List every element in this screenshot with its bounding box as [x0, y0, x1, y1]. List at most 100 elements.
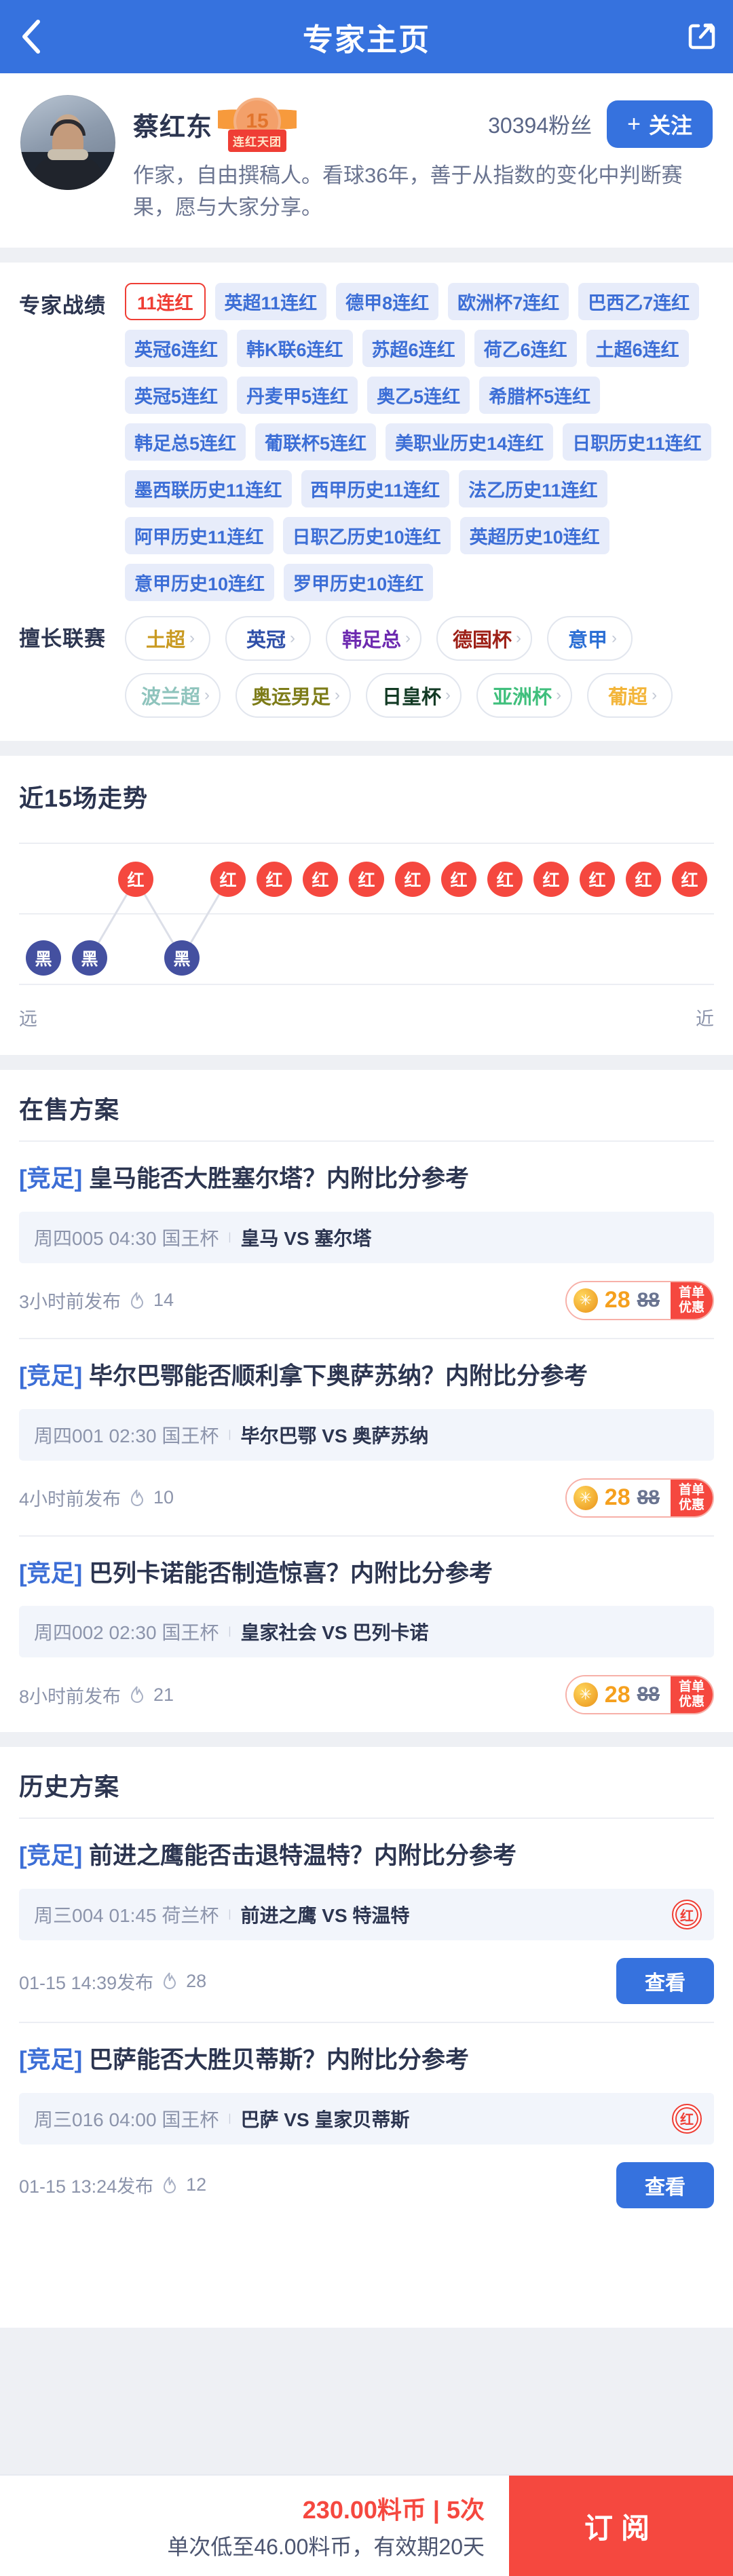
record-tag[interactable]: 韩K联6连红 [237, 330, 353, 367]
plan-card[interactable]: [竞足] 毕尔巴鄂能否顺利拿下奥萨苏纳？内附比分参考 周四001 02:30 国… [19, 1339, 714, 1537]
subscribe-info: 230.00料币 | 5次 单次低至46.00料币，有效期20天 [0, 2476, 509, 2576]
record-tag[interactable]: 英超历史10连红 [459, 517, 609, 554]
record-tag-hot[interactable]: 11连红 [125, 283, 206, 320]
record-tag[interactable]: 墨西联历史11连红 [125, 470, 292, 507]
history-heading: 历史方案 [19, 1747, 714, 1820]
avatar-scarf [48, 149, 88, 160]
league-chip[interactable]: 葡超 › [587, 673, 673, 718]
league-chip[interactable]: 英冠 › [225, 616, 311, 661]
plan-category: [竞足] [19, 1362, 83, 1389]
price-original: 88 [637, 1683, 660, 1706]
plan-meta: 8小时前发布 21 [19, 1682, 174, 1708]
plan-title: [竞足] 皇马能否大胜塞尔塔？内附比分参考 [19, 1162, 714, 1197]
match-teams: 前进之鹰 VS 特温特 [240, 1905, 410, 1926]
record-tag[interactable]: 英冠6连红 [125, 330, 228, 367]
subscribe-subtitle: 单次低至46.00料币，有效期20天 [167, 2535, 485, 2559]
chevron-right-icon: › [612, 629, 618, 647]
plan-card[interactable]: [竞足] 皇马能否大胜塞尔塔？内附比分参考 周四005 04:30 国王杯 | … [19, 1142, 714, 1339]
promo-line-2: 优惠 [678, 1695, 704, 1710]
fans-count: 30394粉丝 [488, 113, 593, 138]
league-chip[interactable]: 德国杯 › [436, 616, 533, 661]
trend-chart: 黑黑红黑红红红红红红红红红红红 [19, 839, 714, 995]
price-badge[interactable]: ✳ 28 88 首单 优惠 [565, 1280, 714, 1320]
subscribe-button[interactable]: 订阅 [509, 2476, 733, 2576]
hot-count: 10 [153, 1487, 174, 1507]
record-tag[interactable]: 韩足总5连红 [125, 423, 246, 461]
plan-card[interactable]: [竞足] 巴萨能否大胜贝蒂斯？内附比分参考 周三016 04:00 国王杯 | … [19, 2023, 714, 2226]
record-tag[interactable]: 英冠5连红 [125, 377, 228, 414]
hot-count: 14 [153, 1290, 174, 1311]
record-tag[interactable]: 苏超6连红 [362, 330, 465, 367]
trend-dot[interactable]: 红 [210, 862, 246, 897]
trend-dot[interactable]: 红 [395, 862, 430, 897]
rank-badge: 15 连红天团 [218, 95, 297, 153]
plan-meta: 01-15 13:24发布 12 [19, 2172, 206, 2198]
back-button[interactable] [0, 0, 61, 73]
record-tag[interactable]: 西甲历史11连红 [301, 470, 450, 507]
view-button[interactable]: 查看 [616, 1958, 714, 2004]
match-separator: | [228, 1231, 231, 1243]
plan-footer: 4小时前发布 10 ✳ 28 88 首单 优惠 [19, 1478, 714, 1518]
record-tag[interactable]: 丹麦甲5连红 [237, 377, 358, 414]
trend-dot[interactable]: 红 [487, 862, 523, 897]
trend-dot[interactable]: 红 [626, 862, 661, 897]
league-chip[interactable]: 亚洲杯 › [476, 673, 573, 718]
plan-footer: 01-15 13:24发布 12 查看 [19, 2161, 714, 2208]
coin-icon: ✳ [573, 1288, 598, 1313]
view-button[interactable]: 查看 [616, 2161, 714, 2208]
trend-dot[interactable]: 红 [118, 862, 153, 897]
share-button[interactable] [668, 0, 733, 73]
trend-dot[interactable]: 红 [349, 862, 384, 897]
avatar-body [33, 156, 103, 190]
plan-meta: 3小时前发布 14 [19, 1287, 174, 1313]
price-current: 28 [604, 1681, 631, 1708]
section-divider [0, 1732, 733, 1748]
promo-line-2: 优惠 [678, 1497, 704, 1512]
record-tag[interactable]: 奥乙5连红 [367, 377, 470, 414]
league-chip[interactable]: 奥运男足 › [236, 673, 352, 718]
trend-dot[interactable]: 红 [441, 862, 476, 897]
record-tag[interactable]: 巴西乙7连红 [578, 283, 700, 320]
record-tag[interactable]: 阿甲历史11连红 [125, 517, 274, 554]
trend-dot[interactable]: 黑 [26, 940, 61, 976]
league-chip-label: 波兰超 [141, 687, 201, 708]
match-bar: 周三004 01:45 荷兰杯 | 前进之鹰 VS 特温特 红 [19, 1889, 714, 1940]
plan-title-text: 前进之鹰能否击退特温特？内附比分参考 [89, 1843, 517, 1870]
trend-dot[interactable]: 黑 [164, 940, 200, 976]
league-chip[interactable]: 日皇杯 › [366, 673, 462, 718]
trend-dot[interactable]: 红 [533, 862, 569, 897]
record-tag[interactable]: 德甲8连红 [336, 283, 439, 320]
chevron-right-icon: › [516, 629, 522, 647]
record-tag[interactable]: 英超11连红 [214, 283, 327, 320]
price-badge[interactable]: ✳ 28 88 首单 优惠 [565, 1675, 714, 1715]
league-chip[interactable]: 波兰超 › [125, 673, 221, 718]
record-tag[interactable]: 意甲历史10连红 [125, 564, 275, 601]
record-tag[interactable]: 土超6连红 [586, 330, 689, 367]
trend-dot[interactable]: 黑 [72, 940, 107, 976]
trend-dot[interactable]: 红 [257, 862, 292, 897]
plan-card[interactable]: [竞足] 巴列卡诺能否制造惊喜？内附比分参考 周四002 02:30 国王杯 |… [19, 1537, 714, 1733]
history-section: 历史方案 [竞足] 前进之鹰能否击退特温特？内附比分参考 周三004 01:45… [0, 1747, 733, 2328]
price-badge[interactable]: ✳ 28 88 首单 优惠 [565, 1478, 714, 1518]
trend-dot[interactable]: 红 [672, 862, 707, 897]
trend-dot[interactable]: 红 [580, 862, 615, 897]
record-tag[interactable]: 欧洲杯7连红 [448, 283, 569, 320]
record-tag[interactable]: 希腊杯5连红 [479, 377, 601, 414]
trend-axis: 远 近 [19, 995, 714, 1048]
record-tag[interactable]: 日职历史11连红 [563, 423, 711, 461]
plan-title-text: 巴列卡诺能否制造惊喜？内附比分参考 [89, 1560, 493, 1587]
league-chip[interactable]: 韩足总 › [326, 616, 422, 661]
record-tag[interactable]: 法乙历史11连红 [459, 470, 607, 507]
plan-card[interactable]: [竞足] 前进之鹰能否击退特温特？内附比分参考 周三004 01:45 荷兰杯 … [19, 1819, 714, 2023]
plus-icon: + [627, 111, 641, 137]
publish-time: 01-15 13:24发布 [19, 2176, 154, 2197]
record-tag[interactable]: 日职乙历史10连红 [282, 517, 451, 554]
record-tag[interactable]: 荷乙6连红 [474, 330, 577, 367]
trend-dot[interactable]: 红 [303, 862, 338, 897]
league-chip[interactable]: 土超 › [125, 616, 210, 661]
league-chip[interactable]: 意甲 › [547, 616, 633, 661]
record-tag[interactable]: 美职业历史14连红 [386, 423, 554, 461]
follow-button[interactable]: + 关注 [607, 100, 713, 148]
record-tag[interactable]: 罗甲历史10连红 [284, 564, 434, 601]
record-tag[interactable]: 葡联杯5连红 [255, 423, 377, 461]
